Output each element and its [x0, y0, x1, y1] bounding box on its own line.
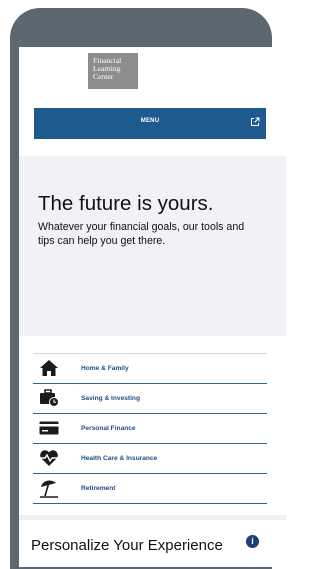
- house-icon: [40, 360, 58, 376]
- menu-label: MENU: [140, 118, 160, 124]
- logo-line-3: Center: [93, 72, 114, 81]
- page-viewport: Financial Learning Center MENU The futur…: [19, 47, 286, 567]
- category-label: Retirement: [81, 485, 116, 492]
- section-divider: [19, 515, 286, 520]
- category-health-care-insurance[interactable]: Health Care & Insurance: [33, 444, 267, 474]
- category-label: Home & Family: [81, 365, 129, 372]
- category-retirement[interactable]: Retirement: [33, 474, 267, 504]
- category-saving-investing[interactable]: Saving & Investing: [33, 384, 267, 414]
- category-label: Saving & Investing: [81, 395, 140, 402]
- hero-subtitle: Whatever your financial goals, our tools…: [38, 221, 245, 247]
- menu-button[interactable]: MENU: [34, 108, 266, 139]
- credit-card-icon: [39, 421, 59, 435]
- briefcase-clock-icon: [40, 389, 59, 407]
- category-label: Health Care & Insurance: [81, 455, 158, 462]
- external-link-icon: [251, 117, 260, 126]
- category-home-family[interactable]: Home & Family: [33, 354, 267, 384]
- hero-section: The future is yours. Whatever your finan…: [19, 156, 286, 336]
- beach-umbrella-icon: [40, 480, 58, 498]
- category-list: Home & Family Saving & Investing Persona…: [33, 353, 267, 505]
- personalize-heading: Personalize Your Experience: [31, 537, 223, 554]
- financial-learning-center-logo[interactable]: Financial Learning Center: [88, 53, 138, 89]
- category-label: Personal Finance: [81, 425, 136, 432]
- hero-title: The future is yours.: [38, 192, 214, 215]
- category-personal-finance[interactable]: Personal Finance: [33, 414, 267, 444]
- info-icon[interactable]: i: [246, 535, 259, 548]
- heartbeat-icon: [40, 450, 58, 466]
